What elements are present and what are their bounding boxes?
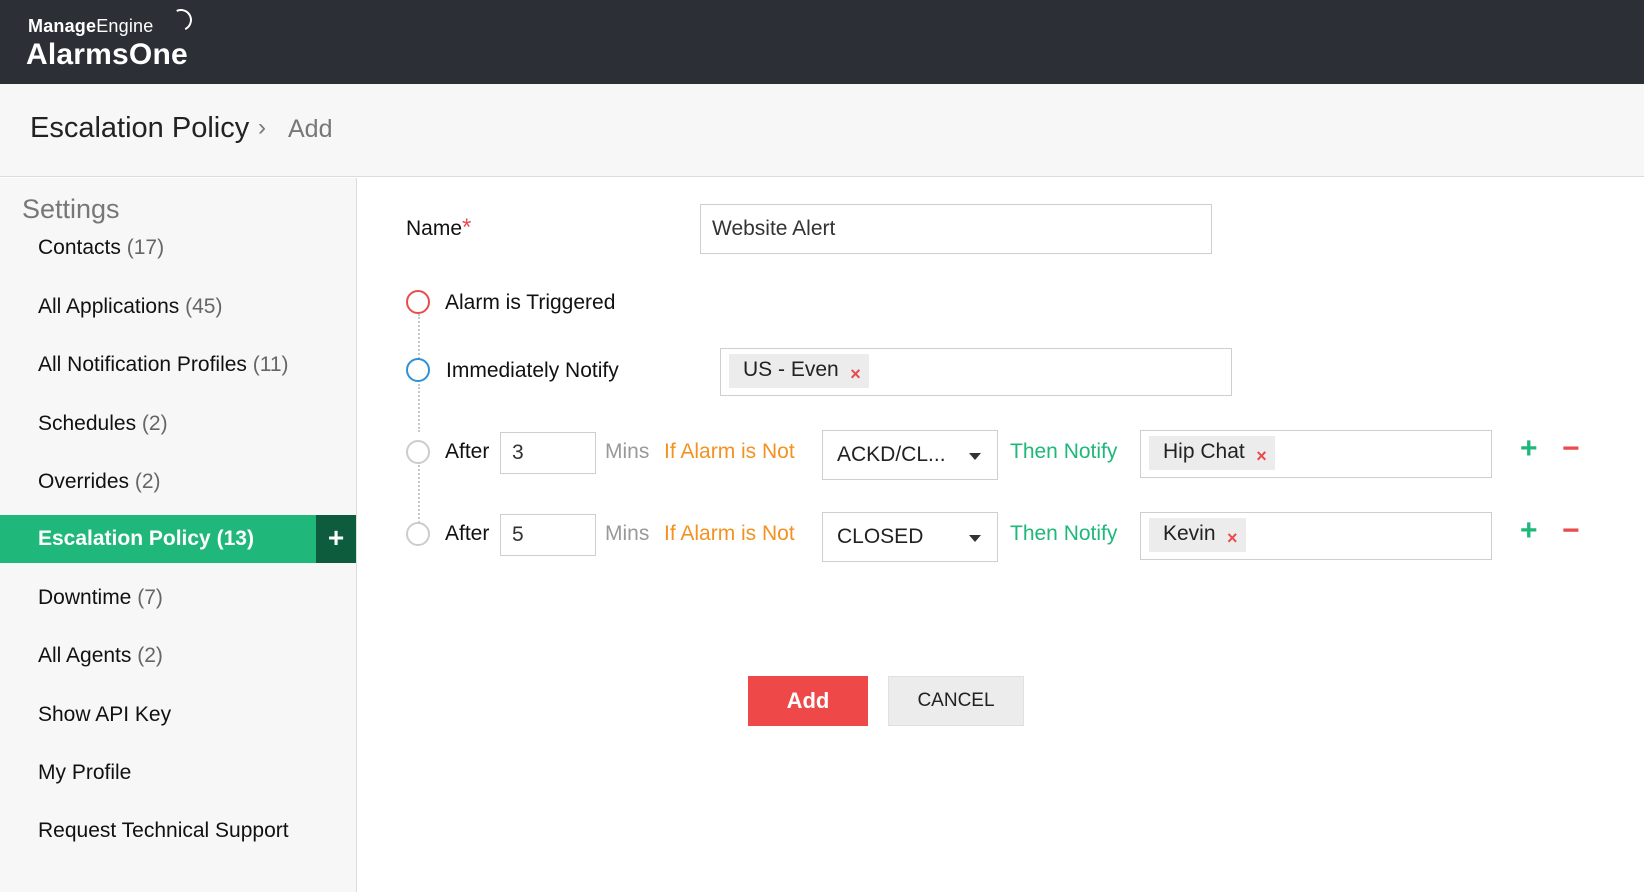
condition-label: If Alarm is Not bbox=[664, 522, 795, 545]
immediate-notify-input[interactable]: US - Even × bbox=[720, 348, 1232, 396]
breadcrumb-parent[interactable]: Escalation Policy bbox=[30, 112, 249, 145]
minutes-input[interactable]: 5 bbox=[500, 514, 596, 556]
rule-notify-input[interactable]: Hip Chat × bbox=[1140, 430, 1492, 478]
condition-label: If Alarm is Not bbox=[664, 440, 795, 463]
sidebar-item-my-profile[interactable]: My Profile bbox=[0, 749, 356, 797]
remove-chip-icon[interactable]: × bbox=[1227, 522, 1238, 554]
sidebar-item-all-applications[interactable]: All Applications (45) bbox=[0, 283, 356, 331]
timeline-connector bbox=[418, 314, 420, 362]
timeline-connector bbox=[418, 384, 420, 432]
breadcrumb: Escalation Policy › Add bbox=[0, 84, 1644, 177]
vendor-logo: ManageEngine bbox=[28, 5, 196, 37]
sidebar-item-technical-support[interactable]: Request Technical Support bbox=[0, 807, 356, 855]
required-asterisk-icon: * bbox=[462, 214, 472, 241]
sidebar-item-schedules[interactable]: Schedules (2) bbox=[0, 400, 356, 448]
notify-chip: US - Even × bbox=[729, 354, 869, 388]
rule-notify-input[interactable]: Kevin × bbox=[1140, 512, 1492, 560]
add-rule-button[interactable]: + bbox=[1520, 514, 1538, 548]
name-label: Name* bbox=[406, 214, 472, 241]
top-bar: ManageEngine AlarmsOne bbox=[0, 0, 1644, 84]
minutes-input[interactable]: 3 bbox=[500, 432, 596, 474]
rule-step-icon bbox=[406, 440, 430, 464]
sidebar-item-overrides[interactable]: Overrides (2) bbox=[0, 458, 356, 506]
remove-chip-icon[interactable]: × bbox=[850, 358, 861, 390]
then-notify-label: Then Notify bbox=[1010, 522, 1118, 545]
sidebar-item-all-agents[interactable]: All Agents (2) bbox=[0, 632, 356, 680]
rule-step-icon bbox=[406, 522, 430, 546]
mins-label: Mins bbox=[605, 440, 650, 463]
add-rule-button[interactable]: + bbox=[1520, 432, 1538, 466]
sidebar-title: Settings bbox=[22, 194, 120, 224]
notify-chip: Hip Chat × bbox=[1149, 436, 1275, 470]
timeline-connector bbox=[418, 462, 420, 526]
remove-rule-button[interactable]: − bbox=[1562, 514, 1580, 548]
name-input[interactable]: Website Alert bbox=[700, 204, 1212, 254]
trigger-label: Alarm is Triggered bbox=[445, 291, 616, 314]
mins-label: Mins bbox=[605, 522, 650, 545]
notify-chip: Kevin × bbox=[1149, 518, 1246, 552]
caret-down-icon bbox=[969, 535, 981, 542]
immediate-step-icon bbox=[406, 358, 430, 382]
remove-rule-button[interactable]: − bbox=[1562, 432, 1580, 466]
status-select[interactable]: CLOSED bbox=[822, 512, 998, 562]
settings-sidebar: Settings Contacts (17) All Applications … bbox=[0, 178, 357, 892]
immediately-notify-label: Immediately Notify bbox=[446, 359, 619, 382]
breadcrumb-current: Add bbox=[288, 115, 333, 143]
sidebar-item-contacts[interactable]: Contacts (17) bbox=[0, 224, 356, 272]
status-select[interactable]: ACKD/CL... bbox=[822, 430, 998, 480]
trigger-step-icon bbox=[406, 290, 430, 314]
caret-down-icon bbox=[969, 453, 981, 460]
add-button[interactable]: Add bbox=[748, 676, 868, 726]
then-notify-label: Then Notify bbox=[1010, 440, 1118, 463]
app-logo[interactable]: AlarmsOne bbox=[26, 38, 188, 72]
sidebar-item-notification-profiles[interactable]: All Notification Profiles (11) bbox=[0, 341, 356, 389]
after-label: After bbox=[445, 440, 490, 463]
sidebar-item-show-api-key[interactable]: Show API Key bbox=[0, 691, 356, 739]
chevron-right-icon: › bbox=[258, 114, 266, 141]
logo-swirl-icon bbox=[166, 5, 196, 35]
cancel-button[interactable]: CANCEL bbox=[888, 676, 1024, 726]
after-label: After bbox=[445, 522, 490, 545]
add-escalation-policy-icon[interactable]: + bbox=[316, 515, 356, 563]
remove-chip-icon[interactable]: × bbox=[1256, 440, 1267, 472]
sidebar-item-downtime[interactable]: Downtime (7) bbox=[0, 574, 356, 622]
sidebar-item-escalation-policy[interactable]: Escalation Policy (13) + bbox=[0, 515, 356, 563]
